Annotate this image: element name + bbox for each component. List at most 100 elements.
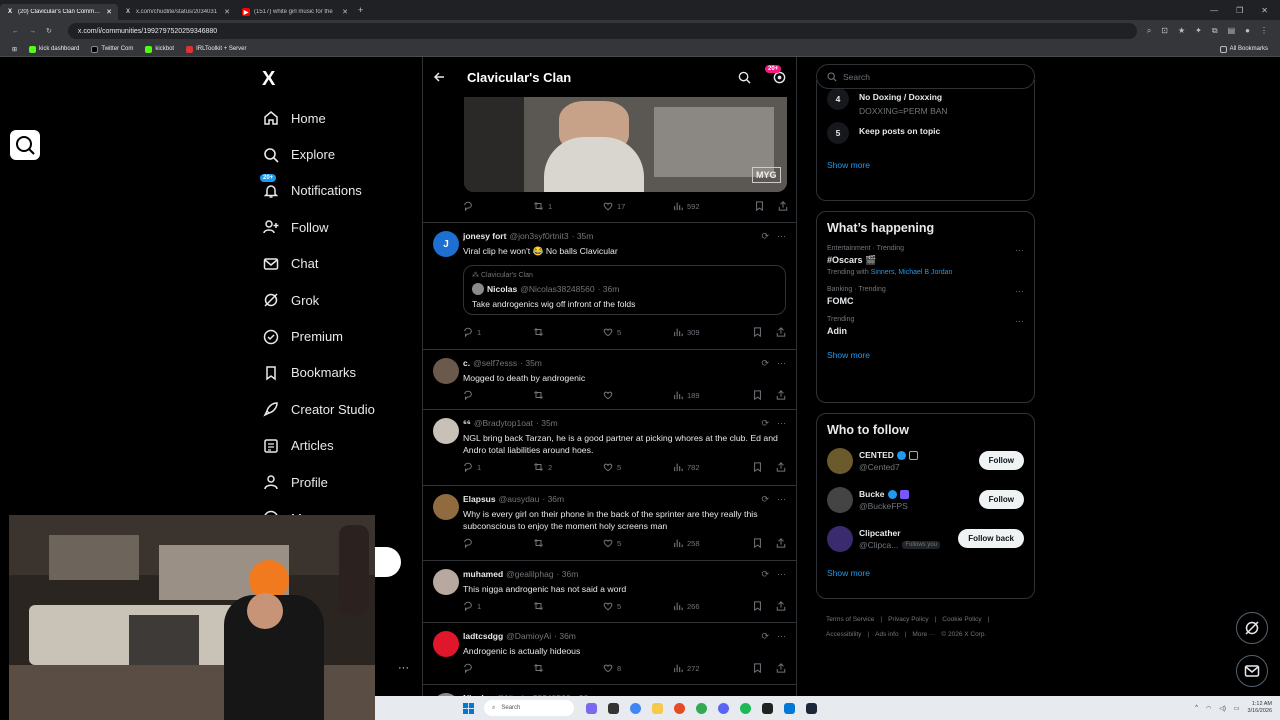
avatar[interactable] xyxy=(827,448,853,474)
messages-floating-button[interactable] xyxy=(1236,655,1268,687)
trend-item[interactable]: Entertainment · Trending #Oscars 🎬 Trend… xyxy=(827,245,1024,276)
author-handle[interactable]: @ausydau xyxy=(499,494,540,504)
browser-tab[interactable]: ▶ (1517) white girl music for the ✕ xyxy=(236,4,354,20)
close-window-icon[interactable]: ✕ xyxy=(1261,6,1268,15)
footer-link[interactable]: Ads info xyxy=(875,631,899,638)
bookmark-icon[interactable] xyxy=(755,201,764,211)
post-more-icon[interactable]: ··· xyxy=(777,358,786,369)
reply-button[interactable] xyxy=(463,538,533,548)
grok-explain-icon[interactable]: ⟳ xyxy=(761,358,769,369)
views-button[interactable]: 592 xyxy=(673,201,743,211)
spotify-icon[interactable] xyxy=(740,702,751,714)
close-tab-icon[interactable]: ✕ xyxy=(342,8,348,16)
author-name[interactable]: ladtcsdgg xyxy=(463,631,503,641)
avatar[interactable] xyxy=(827,487,853,513)
trend-more-icon[interactable]: ··· xyxy=(1015,286,1024,296)
nav-home[interactable]: Home xyxy=(262,100,412,136)
file-explorer-icon[interactable] xyxy=(652,702,663,714)
author-handle[interactable]: @jon3syf0rtnit3 xyxy=(509,231,568,241)
footer-link[interactable]: Accessibility xyxy=(826,631,861,638)
bookmark-icon[interactable] xyxy=(753,462,762,472)
repost-button[interactable] xyxy=(533,601,603,611)
repost-button[interactable]: 2 xyxy=(533,462,603,472)
bookmark-icon[interactable] xyxy=(753,601,762,611)
star-icon[interactable]: ★ xyxy=(1178,26,1185,36)
trend-more-icon[interactable]: ··· xyxy=(1015,245,1024,255)
post-more-icon[interactable]: ··· xyxy=(777,418,786,429)
trends-show-more-link[interactable]: Show more xyxy=(827,350,1024,360)
views-button[interactable]: 258 xyxy=(673,538,743,548)
profile-avatar-icon[interactable]: ● xyxy=(1245,26,1250,36)
taskbar-app-icon[interactable] xyxy=(608,702,619,714)
url-field[interactable]: x.com/i/communities/1992797520259346880 xyxy=(67,23,1137,39)
chrome-icon[interactable] xyxy=(696,702,707,714)
author-handle[interactable]: @gealilphag xyxy=(506,569,553,579)
grok-explain-icon[interactable]: ⟳ xyxy=(761,231,769,242)
nav-profile[interactable]: Profile xyxy=(262,464,412,500)
nav-grok[interactable]: Grok xyxy=(262,282,412,318)
follow-button[interactable]: Follow xyxy=(978,451,1024,470)
grok-widget-icon[interactable] xyxy=(10,130,40,160)
nav-premium[interactable]: Premium xyxy=(262,318,412,354)
trend-with-links[interactable]: Sinners, Michael B Jordan xyxy=(871,269,953,276)
post-more-icon[interactable]: ··· xyxy=(777,569,786,580)
x-logo[interactable]: X xyxy=(262,68,275,91)
reply-button[interactable]: 1 xyxy=(463,462,533,472)
forward-icon[interactable]: → xyxy=(29,28,36,35)
reply-button[interactable] xyxy=(463,201,533,211)
quoted-post[interactable]: ⁂ Clavicular's Clan Nicolas @Nicolas38248… xyxy=(463,265,786,315)
avatar[interactable] xyxy=(433,569,459,595)
suggested-user[interactable]: CENTED @Cented7 Follow xyxy=(827,446,1024,476)
bookmark-item[interactable]: Twitter Com xyxy=(91,45,133,53)
views-button[interactable]: 266 xyxy=(673,601,743,611)
avatar[interactable] xyxy=(433,494,459,520)
suggested-user[interactable]: Clipcather @Clipca... Follows you Follow b… xyxy=(827,524,1024,554)
chrome-icon[interactable] xyxy=(630,702,641,714)
side-panel-toggle[interactable] xyxy=(375,547,401,577)
tray-chevron-icon[interactable]: ^ xyxy=(1195,705,1198,711)
avatar[interactable] xyxy=(827,526,853,552)
views-button[interactable]: 782 xyxy=(673,462,743,472)
share-icon[interactable] xyxy=(776,601,786,611)
author-name[interactable]: ⁶⁶ xyxy=(463,418,471,428)
footer-link[interactable]: Privacy Policy xyxy=(888,616,928,623)
author-name[interactable]: c. xyxy=(463,358,470,368)
steam-icon[interactable] xyxy=(806,702,817,714)
author-name[interactable]: Elapsus xyxy=(463,494,496,504)
avatar[interactable]: J xyxy=(433,231,459,257)
like-button[interactable]: 5 xyxy=(603,462,673,472)
post[interactable]: J jonesy fort @jon3syf0rtnit3 · 35m ⟳ ··· V… xyxy=(423,223,796,350)
avatar[interactable] xyxy=(433,631,459,657)
bookmark-item[interactable]: IRLToolkit + Server xyxy=(186,45,247,53)
reply-button[interactable]: 1 xyxy=(463,327,533,337)
post[interactable]: muhamed @gealilphag · 36m ⟳ ··· This nigga … xyxy=(423,561,796,623)
minimize-icon[interactable]: — xyxy=(1210,6,1218,15)
wifi-icon[interactable]: ◠ xyxy=(1206,705,1211,712)
views-button[interactable]: 272 xyxy=(673,663,743,673)
taskbar-app-icon[interactable] xyxy=(586,702,597,714)
post[interactable]: Elapsus @ausydau · 36m ⟳ ··· Why is every g… xyxy=(423,486,796,561)
extension-icon[interactable]: ✦ xyxy=(1195,26,1202,36)
nav-follow[interactable]: Follow xyxy=(262,209,412,245)
taskbar-search[interactable]: ⌕ Search xyxy=(484,700,574,716)
post[interactable]: c. @self7esss · 35m ⟳ ··· Mogged to death b… xyxy=(423,350,796,410)
repost-button[interactable] xyxy=(533,327,603,337)
nav-notifications[interactable]: 20+ Notifications xyxy=(260,173,412,209)
views-button[interactable]: 189 xyxy=(673,390,743,400)
follow-button[interactable]: Follow xyxy=(978,490,1024,509)
author-name[interactable]: muhamed xyxy=(463,569,503,579)
back-arrow-icon[interactable] xyxy=(433,71,445,83)
bookmark-icon[interactable] xyxy=(753,663,762,673)
install-icon[interactable]: ⊡ xyxy=(1161,26,1168,36)
taskbar-app-icon[interactable] xyxy=(674,702,685,714)
avatar[interactable] xyxy=(433,418,459,444)
suggested-user[interactable]: Bucke @BuckeFPS Follow xyxy=(827,485,1024,515)
reply-button[interactable] xyxy=(463,663,533,673)
windows-start-icon[interactable] xyxy=(463,702,474,714)
author-handle[interactable]: @DamioyAi xyxy=(506,631,551,641)
reply-button[interactable]: 1 xyxy=(463,601,533,611)
nav-chat[interactable]: Chat xyxy=(262,246,412,282)
repost-button[interactable] xyxy=(533,663,603,673)
bookmark-item[interactable]: kickbot xyxy=(145,45,174,53)
grok-explain-icon[interactable]: ⟳ xyxy=(761,631,769,642)
